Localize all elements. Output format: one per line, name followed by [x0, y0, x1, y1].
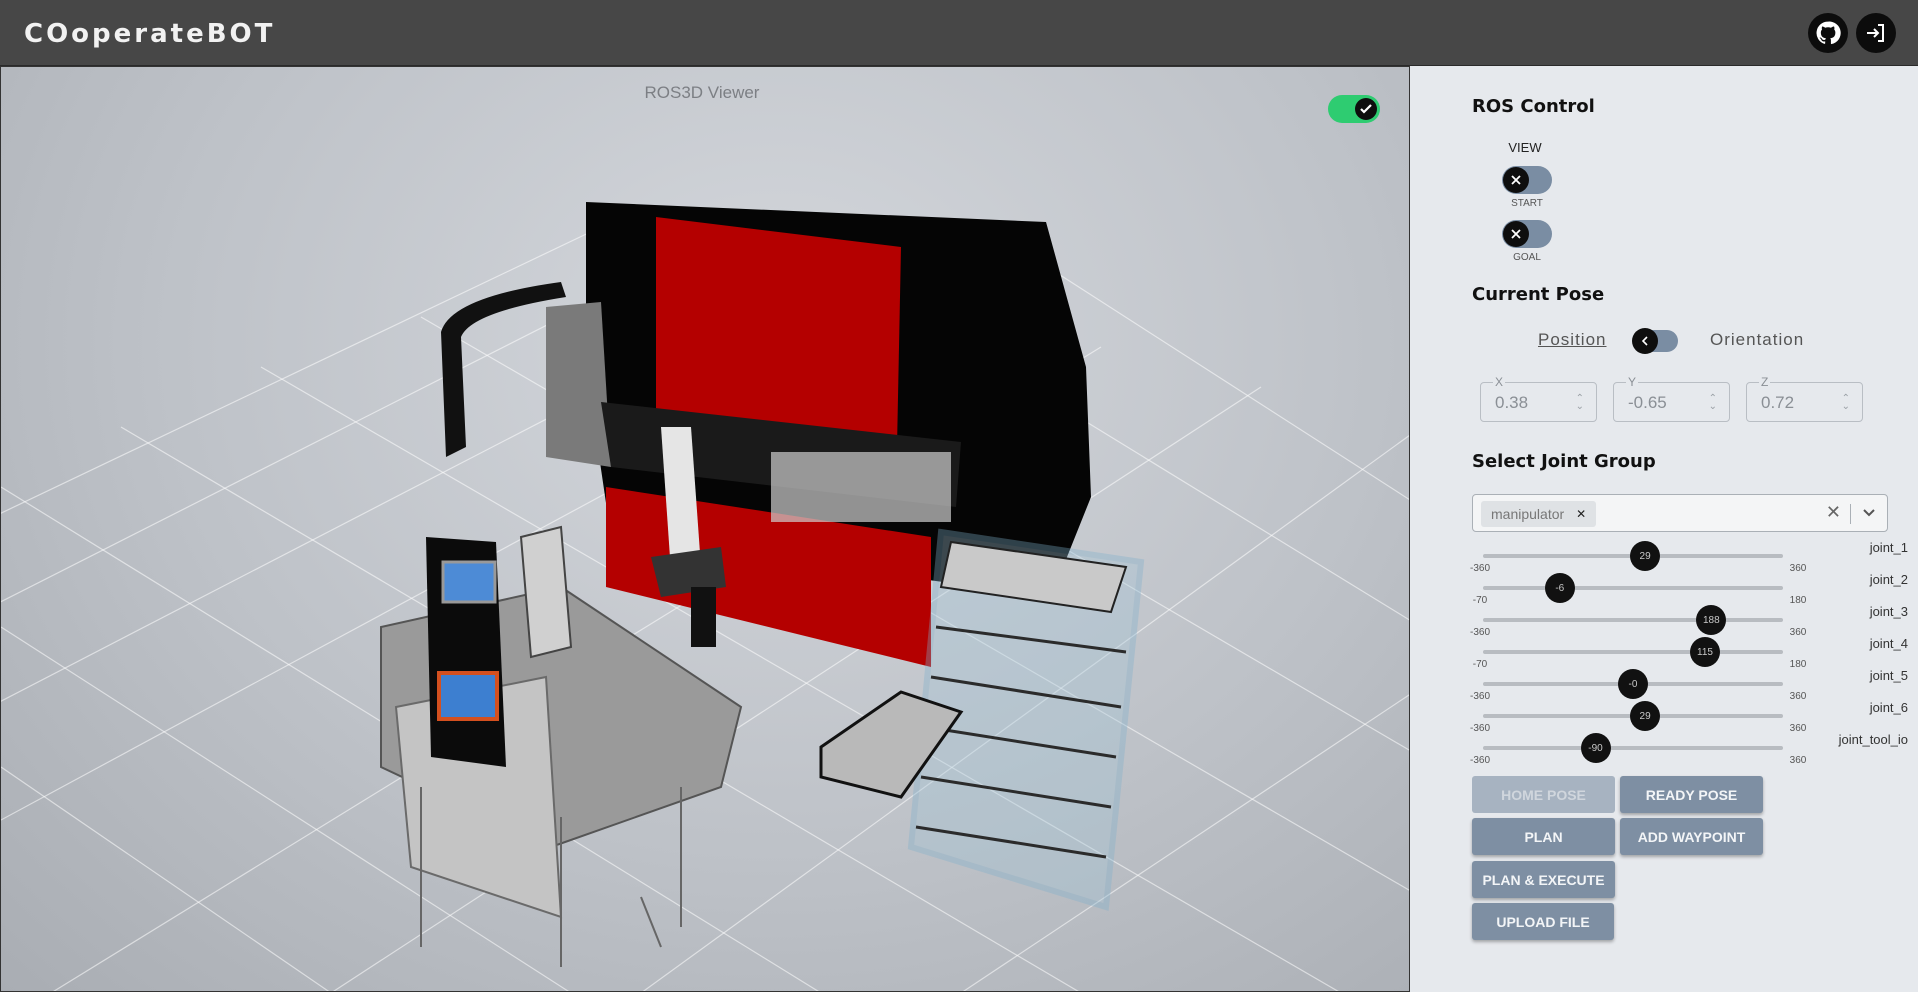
select-divider [1850, 504, 1851, 524]
joint-name-label: joint_5 [1869, 668, 1908, 683]
ready-pose-button[interactable]: READY POSE [1620, 776, 1763, 813]
slider-min-label: -70 [1472, 595, 1488, 606]
pose-y-field[interactable]: Y -0.65 ⌃ ⌄ [1613, 375, 1730, 422]
selected-chip: manipulator ✕ [1481, 501, 1597, 527]
joint-name-label: joint_3 [1869, 604, 1908, 619]
start-toggle[interactable] [1502, 166, 1552, 194]
top-app-bar: COoperateBOT [0, 0, 1918, 66]
slider-max-label: 360 [1789, 723, 1807, 734]
pose-x-value: 0.38 [1495, 393, 1529, 412]
goal-label: GOAL [1513, 252, 1541, 263]
joint-name-label: joint_6 [1869, 700, 1908, 715]
slider-max-label: 360 [1789, 563, 1807, 574]
slider-thumb[interactable]: 115 [1690, 637, 1720, 667]
current-pose-title: Current Pose [1472, 284, 1605, 305]
app-title: COoperateBOT [24, 19, 276, 49]
joint-name-label: joint_1 [1869, 540, 1908, 555]
slider-min-label: -360 [1469, 755, 1490, 766]
pose-x-field[interactable]: X 0.38 ⌃ ⌄ [1480, 375, 1597, 422]
login-button[interactable] [1856, 13, 1896, 53]
start-label: START [1511, 198, 1543, 209]
selected-chip-label: manipulator [1491, 506, 1565, 522]
github-button[interactable] [1808, 13, 1848, 53]
pose-y-label: Y [1626, 375, 1639, 389]
remove-chip-icon[interactable]: ✕ [1576, 507, 1586, 521]
chevron-down-icon[interactable] [1861, 504, 1877, 525]
slider-thumb[interactable]: 29 [1630, 541, 1661, 571]
spinner-icon[interactable]: ⌃ ⌄ [1576, 394, 1584, 412]
view-label: VIEW [1508, 140, 1542, 155]
pose-z-label: Z [1759, 375, 1771, 389]
slider-thumb[interactable]: -0 [1618, 669, 1648, 699]
pose-y-value: -0.65 [1628, 393, 1667, 412]
joint-slider-joint_6[interactable]: 29 -360 360 joint_6 [1470, 700, 1908, 734]
joint-name-label: joint_tool_io [1838, 732, 1908, 747]
slider-min-label: -70 [1472, 659, 1488, 670]
position-tab[interactable]: Position [1538, 330, 1606, 350]
joint-slider-joint_5[interactable]: -0 -360 360 joint_5 [1470, 668, 1908, 702]
plan-execute-button[interactable]: PLAN & EXECUTE [1472, 861, 1615, 898]
joint-name-label: joint_4 [1869, 636, 1908, 651]
close-icon [1503, 221, 1529, 247]
clear-icon[interactable]: ✕ [1826, 502, 1841, 523]
ros3d-viewer[interactable]: ROS3D Viewer [0, 66, 1410, 992]
goal-toggle[interactable] [1502, 220, 1552, 248]
joint-group-select[interactable]: manipulator ✕ ✕ [1472, 494, 1888, 532]
spinner-icon[interactable]: ⌃ ⌄ [1842, 394, 1850, 412]
robot-cell-scene [1, 202, 1409, 991]
home-pose-button[interactable]: HOME POSE [1472, 776, 1615, 813]
joint-slider-joint_tool_io[interactable]: -90 -360 360 joint_tool_io [1470, 732, 1908, 766]
control-panel: ROS Control VIEW START GOAL Current Pose… [1410, 66, 1918, 992]
github-icon [1816, 21, 1841, 45]
pose-x-label: X [1493, 375, 1506, 389]
ros-control-title: ROS Control [1472, 96, 1595, 117]
joint-slider-joint_1[interactable]: 29 -360 360 joint_1 [1470, 540, 1908, 574]
slider-max-label: 180 [1789, 595, 1807, 606]
slider-thumb[interactable]: 29 [1630, 701, 1661, 731]
joint-name-label: joint_2 [1869, 572, 1908, 587]
add-waypoint-button[interactable]: ADD WAYPOINT [1620, 818, 1763, 855]
joint-slider-joint_2[interactable]: -6 -70 180 joint_2 [1473, 572, 1908, 606]
slider-thumb[interactable]: -90 [1580, 733, 1611, 763]
slider-max-label: 360 [1789, 755, 1807, 766]
joint-slider-joint_3[interactable]: 188 -360 360 joint_3 [1470, 604, 1908, 638]
slider-thumb[interactable]: 188 [1696, 605, 1727, 635]
slider-min-label: -360 [1469, 723, 1490, 734]
plan-button[interactable]: PLAN [1472, 818, 1615, 855]
joint-group-title: Select Joint Group [1472, 451, 1656, 472]
slider-max-label: 360 [1789, 627, 1807, 638]
chevron-left-icon [1632, 328, 1658, 354]
spinner-icon[interactable]: ⌃ ⌄ [1709, 394, 1717, 412]
joint-slider-joint_4[interactable]: 115 -70 180 joint_4 [1473, 636, 1908, 670]
slider-min-label: -360 [1469, 627, 1490, 638]
position-orientation-toggle[interactable] [1632, 328, 1678, 354]
orientation-tab[interactable]: Orientation [1710, 330, 1804, 350]
login-icon [1867, 24, 1884, 42]
slider-min-label: -360 [1469, 563, 1490, 574]
upload-file-button[interactable]: UPLOAD FILE [1472, 903, 1614, 940]
slider-max-label: 180 [1789, 659, 1807, 670]
pose-z-value: 0.72 [1761, 393, 1795, 412]
slider-thumb[interactable]: -6 [1544, 573, 1575, 603]
pose-z-field[interactable]: Z 0.72 ⌃ ⌄ [1746, 375, 1863, 422]
close-icon [1503, 167, 1529, 193]
slider-min-label: -360 [1469, 691, 1490, 702]
slider-max-label: 360 [1789, 691, 1807, 702]
